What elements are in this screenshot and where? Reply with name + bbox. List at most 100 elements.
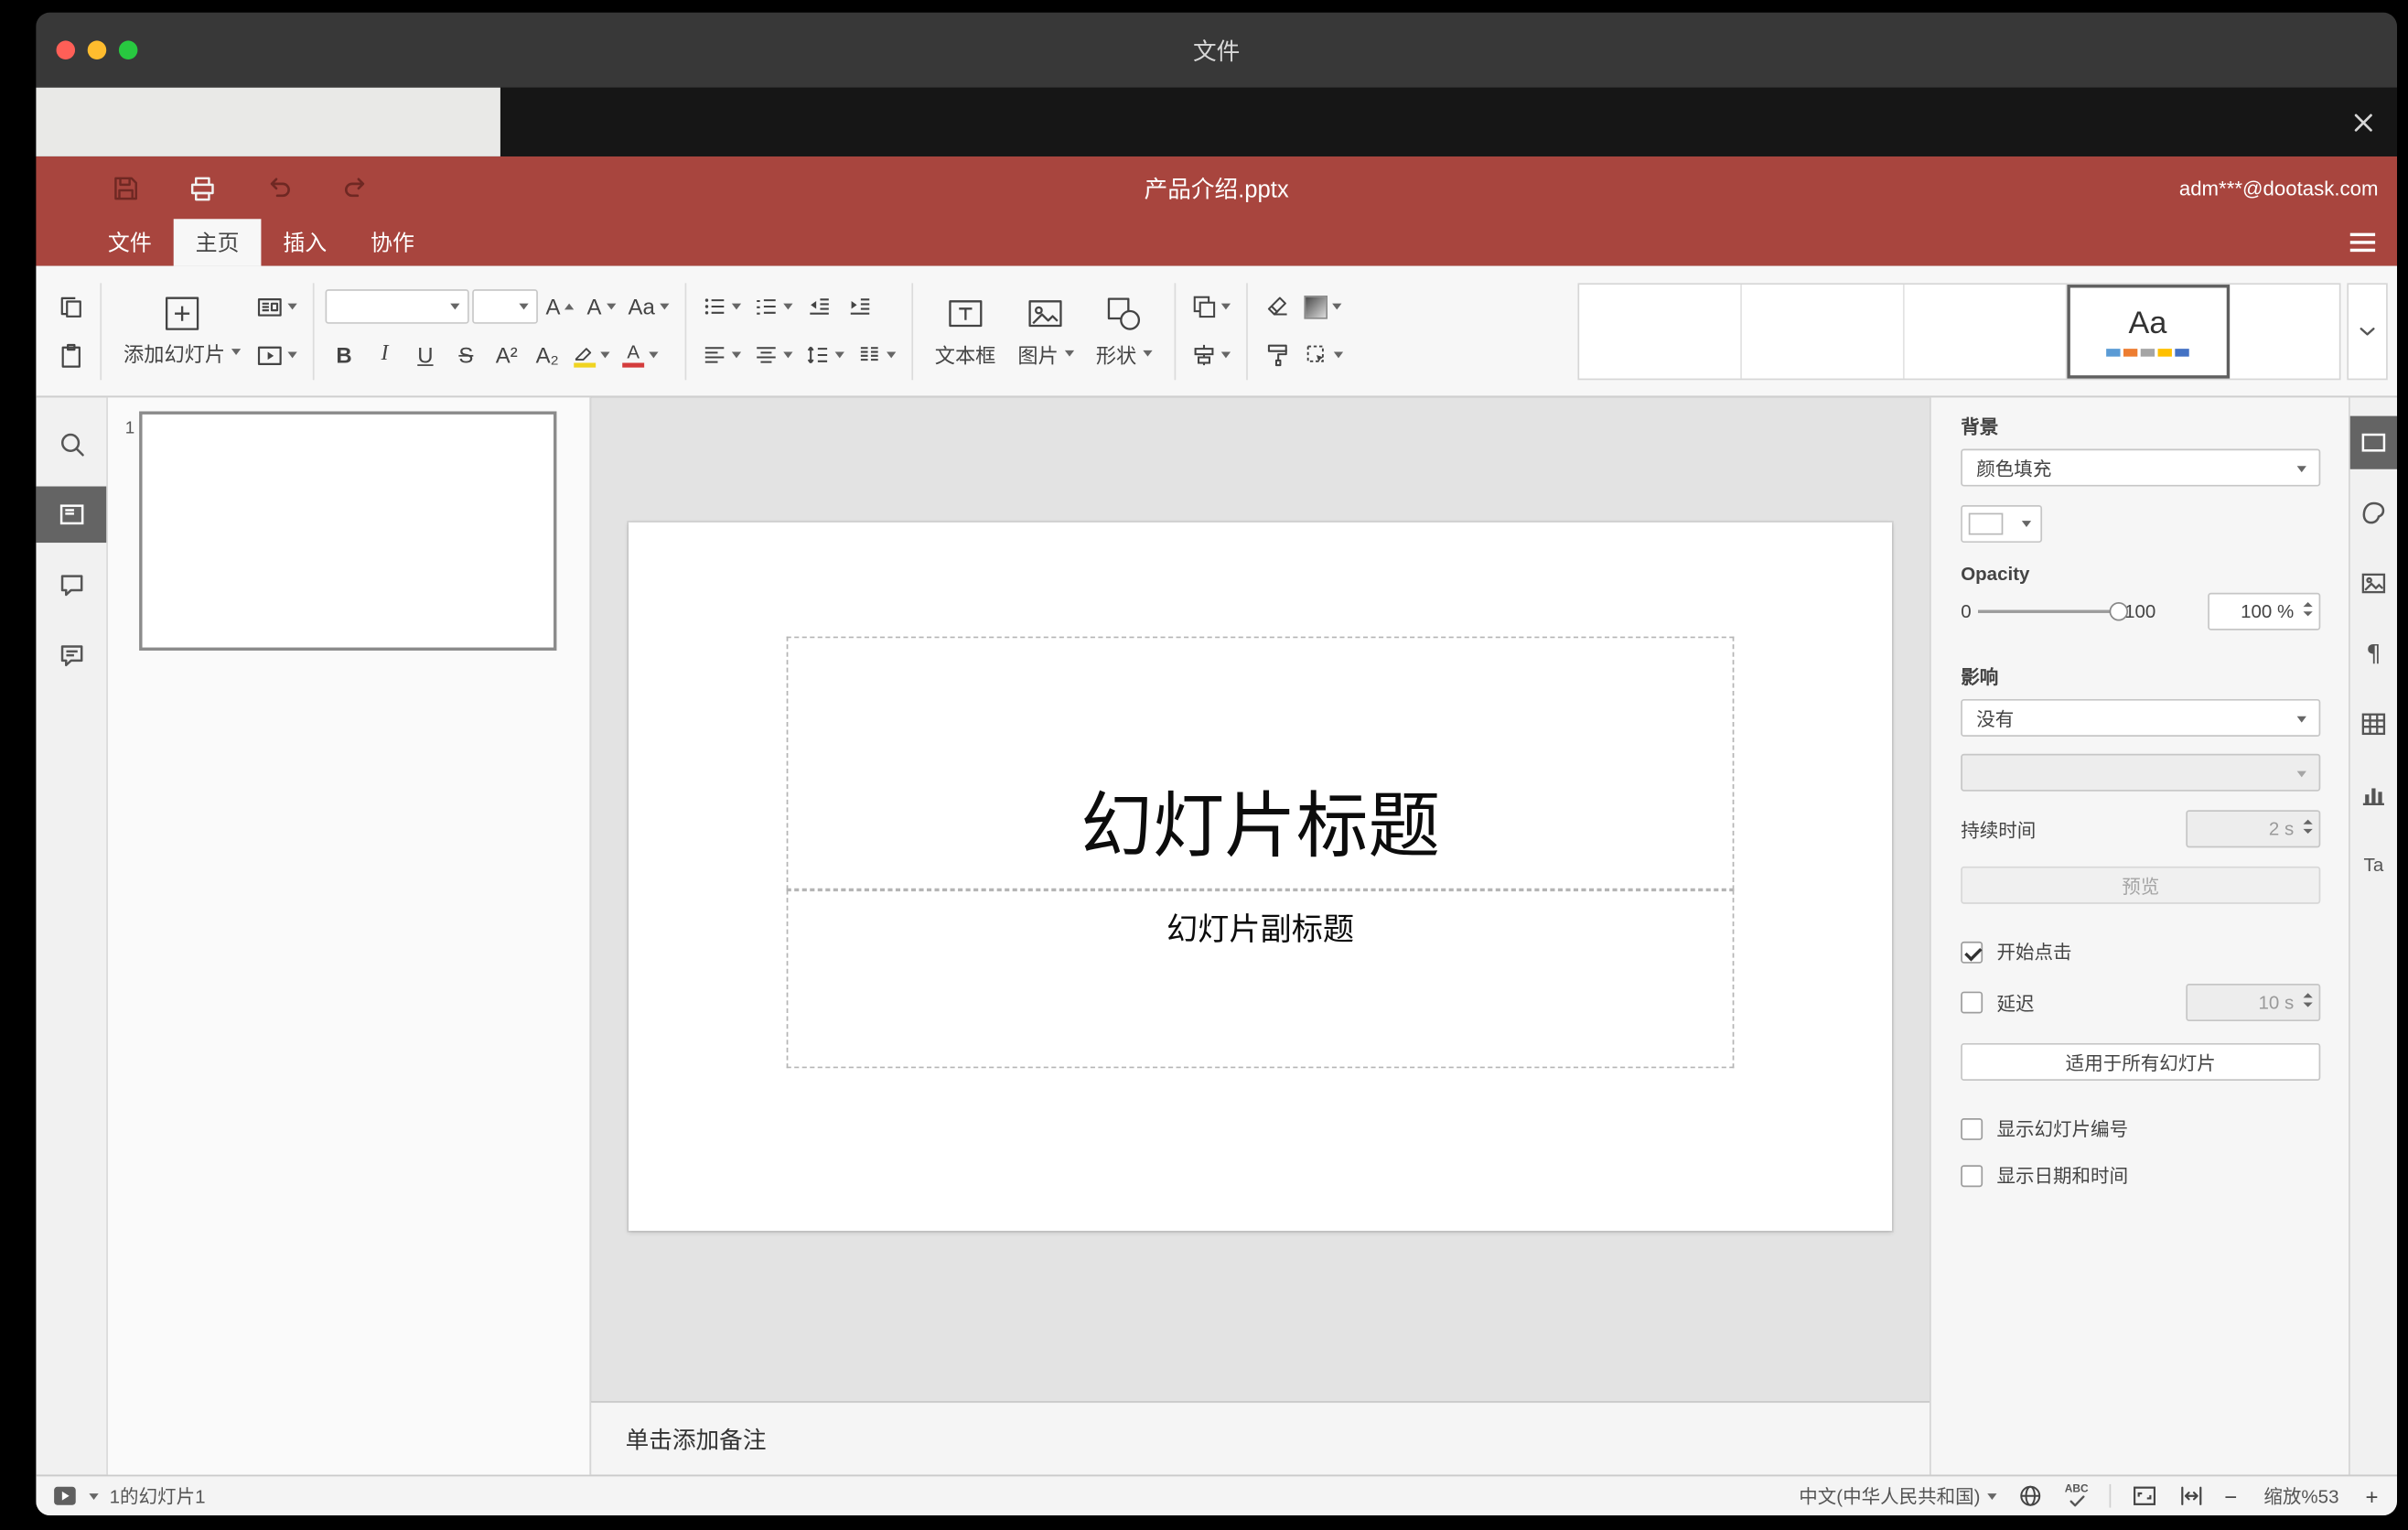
paragraph-settings-button[interactable]: ¶ <box>2350 627 2397 680</box>
spin-down-icon[interactable] <box>2303 1002 2313 1007</box>
delay-spinbox[interactable]: 10 s <box>2186 984 2321 1022</box>
effect-type-select[interactable] <box>1961 753 2321 792</box>
delay-checkbox[interactable] <box>1961 991 1983 1014</box>
redo-button[interactable] <box>338 170 372 205</box>
background-fill-select[interactable]: 颜色填充 <box>1961 448 2321 487</box>
clear-style-button[interactable] <box>1259 287 1296 325</box>
start-slideshow-button[interactable] <box>252 336 302 373</box>
duration-spinbox[interactable]: 2 s <box>2186 810 2321 848</box>
tab-home[interactable]: 主页 <box>173 219 262 266</box>
apply-to-all-slides-button[interactable]: 适用于所有幻灯片 <box>1961 1042 2321 1081</box>
theme-slot[interactable] <box>1742 284 1905 378</box>
theme-slot[interactable] <box>1905 284 2068 378</box>
language-selector[interactable]: 中文(中华人民共和国) <box>1799 1482 1998 1509</box>
insert-textbox-button[interactable]: 文本框 <box>924 281 1007 381</box>
underline-button[interactable]: U <box>406 336 444 373</box>
increase-indent-button[interactable] <box>841 287 878 325</box>
slide-canvas[interactable]: 幻灯片标题 幻灯片副标题 <box>629 522 1892 1232</box>
theme-slot-selected[interactable]: Aa <box>2067 284 2231 378</box>
add-slide-button[interactable]: 添加幻灯片 <box>113 281 252 381</box>
theme-slot[interactable] <box>2230 284 2339 378</box>
preview-button[interactable]: 预览 <box>1961 866 2321 904</box>
font-color-button[interactable]: A <box>618 336 663 373</box>
image-settings-button[interactable] <box>2350 556 2397 609</box>
spell-check-button[interactable]: ABC <box>2065 1477 2089 1514</box>
horizontal-align-button[interactable] <box>697 336 746 373</box>
insert-image-button[interactable]: 图片 <box>1006 281 1084 381</box>
opacity-spinbox[interactable]: 100 % <box>2208 592 2321 630</box>
user-account[interactable]: adm***@dootask.com <box>2179 176 2379 199</box>
shape-settings-button[interactable] <box>2350 487 2397 540</box>
copy-style-button[interactable] <box>1259 336 1296 373</box>
save-button[interactable] <box>108 170 143 205</box>
slide-title-placeholder[interactable]: 幻灯片标题 <box>786 636 1735 890</box>
minimize-window-button[interactable] <box>87 40 107 59</box>
slide-subtitle-placeholder[interactable]: 幻灯片副标题 <box>786 889 1735 1069</box>
background-color-select[interactable] <box>1961 505 2043 544</box>
tab-file[interactable]: 文件 <box>86 219 174 265</box>
vertical-align-button[interactable] <box>748 336 797 373</box>
font-name-select[interactable] <box>325 289 469 324</box>
paste-button[interactable] <box>51 336 89 373</box>
subscript-button[interactable]: A₂ <box>529 336 566 373</box>
notes-area[interactable]: 单击添加备注 <box>591 1401 1930 1475</box>
chevron-down-icon[interactable] <box>89 1492 99 1500</box>
fit-to-slide-button[interactable] <box>2131 1477 2157 1514</box>
spin-up-icon[interactable] <box>2303 819 2313 824</box>
start-on-click-checkbox[interactable] <box>1961 941 1983 963</box>
highlight-color-button[interactable] <box>569 336 615 373</box>
decrease-indent-button[interactable] <box>801 287 838 325</box>
increase-font-button[interactable]: A <box>541 287 579 325</box>
spin-down-icon[interactable] <box>2303 828 2313 834</box>
spin-down-icon[interactable] <box>2303 611 2313 617</box>
show-date-time-checkbox[interactable] <box>1961 1164 1983 1187</box>
close-editor-button[interactable] <box>2346 105 2381 140</box>
copy-button[interactable] <box>51 287 89 325</box>
slide-canvas-area[interactable]: 幻灯片标题 幻灯片副标题 <box>591 397 1930 1402</box>
italic-button[interactable]: I <box>366 336 403 373</box>
spin-up-icon[interactable] <box>2303 993 2313 998</box>
zoom-window-button[interactable] <box>118 40 138 59</box>
chat-panel-button[interactable] <box>36 627 106 684</box>
theme-slot[interactable] <box>1579 284 1742 378</box>
document-language-button[interactable] <box>2018 1477 2045 1514</box>
slide-thumbnail[interactable] <box>139 411 557 651</box>
spin-up-icon[interactable] <box>2303 602 2313 608</box>
undo-button[interactable] <box>261 170 296 205</box>
close-window-button[interactable] <box>56 40 76 59</box>
zoom-out-button[interactable]: − <box>2224 1477 2237 1514</box>
insert-shape-button[interactable]: 形状 <box>1085 281 1163 381</box>
strikeout-button[interactable]: S <box>447 336 485 373</box>
numbering-button[interactable] <box>748 287 797 325</box>
theme-gallery-expand-button[interactable] <box>2347 282 2388 380</box>
line-spacing-button[interactable] <box>801 336 849 373</box>
align-shape-button[interactable] <box>1187 336 1235 373</box>
comments-panel-button[interactable] <box>36 556 106 613</box>
print-button[interactable] <box>185 170 220 205</box>
tab-insert[interactable]: 插入 <box>261 219 349 265</box>
table-settings-button[interactable] <box>2350 697 2397 750</box>
bullets-button[interactable] <box>697 287 746 325</box>
view-settings-button[interactable] <box>2349 232 2376 253</box>
arrange-shape-button[interactable] <box>1187 287 1235 325</box>
bold-button[interactable]: B <box>326 336 363 373</box>
change-case-button[interactable]: Aa <box>623 287 673 325</box>
change-slide-layout-button[interactable] <box>252 287 302 325</box>
slide-settings-button[interactable] <box>2349 415 2398 469</box>
superscript-button[interactable]: A² <box>488 336 525 373</box>
fit-to-width-button[interactable] <box>2177 1477 2204 1514</box>
opacity-slider-knob[interactable] <box>2109 602 2128 621</box>
columns-button[interactable] <box>852 336 900 373</box>
select-tool-button[interactable] <box>1299 336 1348 373</box>
textart-settings-button[interactable]: Ta <box>2350 838 2397 891</box>
search-panel-button[interactable] <box>36 416 106 473</box>
decrease-font-button[interactable]: A <box>582 287 620 325</box>
font-size-select[interactable] <box>472 289 538 324</box>
effect-select[interactable]: 没有 <box>1961 698 2321 737</box>
show-slide-number-checkbox[interactable] <box>1961 1117 1983 1140</box>
opacity-slider[interactable] <box>1977 602 2128 621</box>
start-slideshow-status-button[interactable] <box>51 1477 78 1514</box>
zoom-in-button[interactable]: + <box>2366 1477 2379 1514</box>
chart-settings-button[interactable] <box>2350 768 2397 821</box>
slides-panel-button[interactable] <box>36 486 107 544</box>
